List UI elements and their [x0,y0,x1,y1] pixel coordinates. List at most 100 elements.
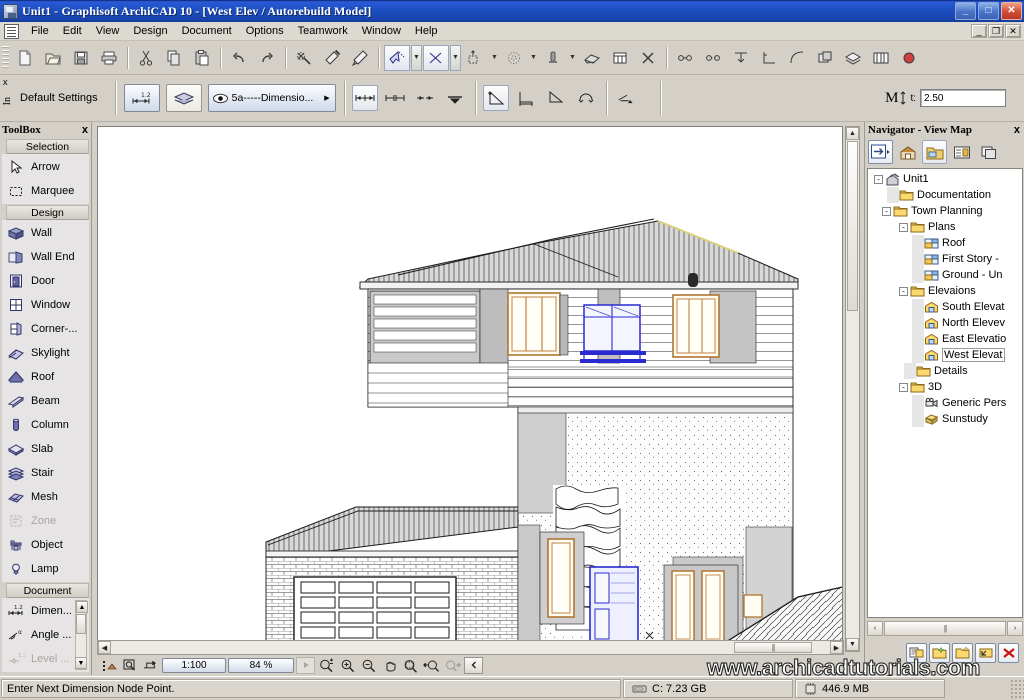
trace-reference-icon[interactable] [120,657,139,674]
elevate-dropdown[interactable]: ▼ [567,45,578,71]
tool-column[interactable]: Column [2,413,89,437]
tree-item-south-elevation[interactable]: South Elevat [868,299,1022,315]
toolbox-group-selection[interactable]: Selection [6,139,89,154]
close-button[interactable]: ✕ [1001,2,1022,20]
nav-hscroll-thumb[interactable]: ||| [884,620,1006,636]
marker-style-icon[interactable] [442,85,468,111]
tree-item-roof[interactable]: Roof [868,235,1022,251]
menu-item-teamwork[interactable]: Teamwork [291,24,355,38]
layer-stack-icon[interactable] [165,84,202,112]
navigator-close-icon[interactable]: x [1014,124,1020,136]
menu-item-file[interactable]: File [24,24,56,38]
toolbox-scroll-up-icon[interactable]: ▲ [76,601,88,613]
tree-item-generic-perspective[interactable]: Generic Pers [868,395,1022,411]
linear-dimension-icon[interactable] [351,85,378,111]
scroll-up-icon[interactable]: ▲ [846,127,859,140]
open-file-icon[interactable] [40,45,66,71]
arrow-tool-icon[interactable] [384,44,410,71]
tree-expander[interactable]: - [874,174,883,184]
tool-marquee[interactable]: Marquee [2,179,89,203]
toolbox-close-icon[interactable]: x [82,124,88,136]
maximize-button[interactable]: □ [978,2,999,20]
zoom-dynamic-icon[interactable] [317,657,336,674]
tool-beam[interactable]: Beam [2,389,89,413]
menu-item-view[interactable]: View [89,24,127,38]
copy-icon[interactable] [161,45,187,71]
minimize-button[interactable]: _ [955,2,976,20]
undo-icon[interactable] [226,45,252,71]
dimension-settings-icon[interactable]: 1.2 [123,84,160,112]
toolbox-scroll-thumb[interactable] [76,614,86,634]
drag-dropdown[interactable]: ▼ [489,45,500,71]
arrow-tool-dropdown[interactable]: ▼ [411,44,422,71]
toolbox-group-design[interactable]: Design [6,205,89,220]
view-map-tree[interactable]: - Unit1 Documentation - Town Planning - … [867,168,1023,618]
quick-options-icon[interactable] [99,657,118,674]
group-icon[interactable] [672,45,698,71]
dimension-icon[interactable] [607,45,633,71]
tree-item-plans[interactable]: - Plans [868,219,1022,235]
clone-folder-icon[interactable] [906,643,927,663]
publish-icon[interactable] [141,657,160,674]
tool-door[interactable]: Door [2,269,89,293]
navigator-preview-icon[interactable] [868,140,893,164]
layout-book-icon[interactable] [949,140,974,164]
mdi-minimize-button[interactable]: _ [971,24,987,38]
new-folder-icon[interactable] [952,643,973,663]
scroll-down-icon[interactable]: ▼ [846,638,859,651]
nav-scroll-right-icon[interactable]: › [1007,620,1023,636]
slope-dim-icon[interactable] [543,85,569,111]
magic-wand-icon[interactable] [291,45,317,71]
paste-icon[interactable] [189,45,215,71]
trim-icon[interactable] [635,45,661,71]
menu-item-edit[interactable]: Edit [56,24,89,38]
mesh-icon[interactable] [579,45,605,71]
tree-item-ground[interactable]: Ground - Un [868,267,1022,283]
marquee-tool-icon[interactable] [423,44,449,71]
view-map-icon[interactable] [922,140,947,164]
tool-mesh[interactable]: Mesh [2,485,89,509]
delete-view-icon[interactable] [998,643,1019,663]
publisher-sets-icon[interactable] [976,140,1001,164]
tool-skylight[interactable]: Skylight [2,341,89,365]
syringe-icon[interactable] [347,45,373,71]
layers-icon[interactable] [840,45,866,71]
redefine-view-icon[interactable] [975,643,996,663]
zoom-out-icon[interactable] [359,657,378,674]
new-file-icon[interactable] [12,45,38,71]
pan-hand-icon[interactable] [380,657,399,674]
menu-item-document[interactable]: Document [175,24,239,38]
mdi-close-button[interactable]: ✕ [1005,24,1021,38]
tool-slab[interactable]: Slab [2,437,89,461]
zoom-field[interactable]: 84 % [228,657,294,673]
redo-icon[interactable] [254,45,280,71]
save-icon[interactable] [68,45,94,71]
info-box-close-icon[interactable]: x [3,77,8,87]
tool-window[interactable]: Window [2,293,89,317]
mdi-restore-button[interactable]: ❐ [988,24,1004,38]
angular-dim-icon[interactable] [482,85,509,111]
tool-wall[interactable]: Wall [2,221,89,245]
tool-arrow[interactable]: Arrow [2,155,89,179]
align-top-icon[interactable] [728,45,754,71]
marquee-tool-dropdown[interactable]: ▼ [450,44,461,71]
play-icon[interactable] [296,656,315,674]
toolbox-group-document[interactable]: Document [6,583,89,598]
print-icon[interactable] [96,45,122,71]
solid-icon[interactable] [812,45,838,71]
nav-scroll-left-icon[interactable]: ‹ [867,620,883,636]
scroll-left-icon[interactable]: ◀ [98,641,111,654]
scroll-right-icon[interactable]: ▶ [830,641,843,654]
elevate-icon[interactable] [540,45,566,71]
tool-object[interactable]: Object [2,533,89,557]
tree-expander[interactable]: - [882,206,891,216]
curve-icon[interactable] [784,45,810,71]
tree-item-unit1[interactable]: - Unit1 [868,171,1022,187]
tree-expander[interactable]: - [899,286,908,296]
horizontal-dim-icon[interactable] [513,85,539,111]
tree-expander[interactable]: - [899,222,908,232]
canvas-horizontal-scrollbar[interactable]: ◀ ||| ▶ [97,640,844,655]
ungroup-icon[interactable] [700,45,726,71]
tree-item-3d[interactable]: - 3D [868,379,1022,395]
tree-item-north-elevation[interactable]: North Elevev [868,315,1022,331]
